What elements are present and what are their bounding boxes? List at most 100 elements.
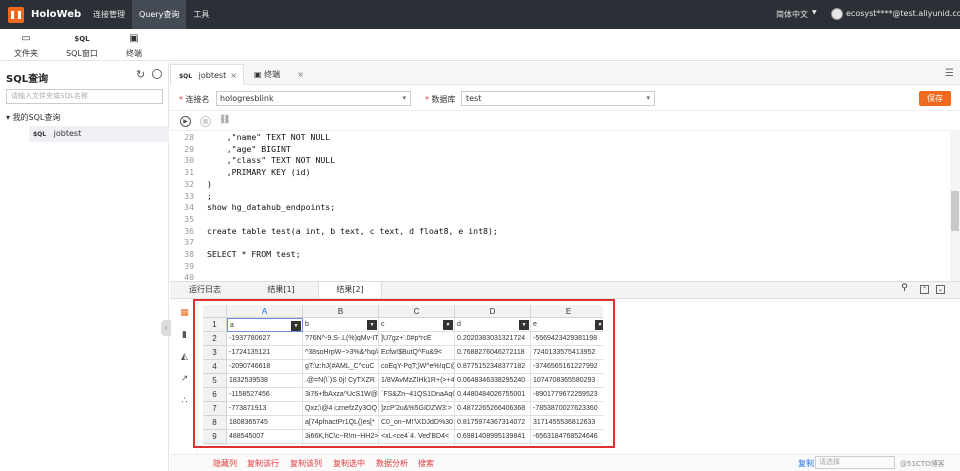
refresh-icon[interactable]: ↻ (136, 68, 145, 81)
save-button[interactable]: 保存 (919, 91, 951, 106)
table-cell[interactable]: ]zcP'2u&%5GIDZW3:> (379, 402, 455, 416)
tab-terminal[interactable]: ▣ 终端 × (246, 64, 310, 85)
table-cell[interactable]: coEqY-PqT;)W^e%!qC@ (379, 360, 455, 374)
table-cell[interactable]: Qxz;\@4 i;znefzZy3OQ (303, 402, 379, 416)
table-cell[interactable]: goSR;0.1598931975057095 (455, 444, 531, 445)
filter-dropdown-icon[interactable]: ▼ (443, 320, 453, 330)
tab-result-2[interactable]: 结果[2] (318, 282, 382, 298)
tab-jobtest[interactable]: $QL jobtest × (170, 64, 244, 85)
table-cell[interactable]: -1724135121 (227, 346, 303, 360)
column-name-cell[interactable]: e ▼ (531, 318, 603, 332)
scrollbar-thumb[interactable] (951, 191, 959, 231)
table-cell[interactable]: ^38soHrpW~>3%&*hq/#+ (303, 346, 379, 360)
column-name-cell[interactable]: a ▼ (227, 318, 303, 332)
filter-dropdown-icon[interactable]: ▼ (367, 320, 377, 330)
table-cell[interactable]: <xL<ce4`4. Ved'BD4< (379, 430, 455, 444)
nav-query[interactable]: Query查询 (132, 0, 187, 29)
table-cell[interactable]: C0_on~M!'\XDJdD%30 (379, 416, 455, 430)
column-letter-header[interactable]: E (531, 305, 603, 318)
table-cell[interactable]: -6563184768524646 (531, 430, 603, 444)
tab-result-1[interactable]: 结果[1] (244, 282, 318, 298)
terminal-button[interactable]: ▣ 终端 (114, 33, 154, 59)
table-cell[interactable]: `FS&Zn~41QS1DnaAq0 (379, 388, 455, 402)
row-number[interactable]: 4 (203, 360, 227, 374)
editor-scrollbar[interactable] (950, 131, 960, 281)
table-cell[interactable]: 0.0648346338295240 (455, 374, 531, 388)
pin-icon[interactable]: ⚲ (900, 284, 909, 294)
row-number[interactable]: 6 (203, 388, 227, 402)
row-number[interactable]: 1 (203, 318, 227, 332)
table-cell[interactable]: k{{l/aSgP***& XrjC@ (303, 444, 379, 445)
user-account[interactable]: ecosyst****@test.aliyunid.com (846, 9, 960, 18)
connection-select[interactable]: hologresblink ▾ (216, 91, 411, 106)
table-cell[interactable]: -5569423429381198 (531, 332, 603, 346)
table-cell[interactable]: 488545007 (227, 430, 303, 444)
search-input[interactable]: 请输入文件夹或SQL名称 (6, 89, 163, 104)
nav-tools[interactable]: 工具 (186, 0, 216, 29)
column-name-cell[interactable]: b ▼ (303, 318, 379, 332)
menu-icon[interactable]: ☰ (945, 68, 954, 79)
row-number[interactable]: 9 (203, 430, 227, 444)
table-cell[interactable]: 3i76+fbAxza^UcS1W@ (303, 388, 379, 402)
row-number[interactable]: 10 (203, 444, 227, 445)
folder-button[interactable]: ▭ 文件夹 (6, 33, 46, 59)
column-letter-header[interactable]: B (303, 305, 379, 318)
table-view-icon[interactable]: ▦ (179, 308, 190, 318)
copy-selection-button[interactable]: 复制选中 (333, 458, 365, 469)
row-number[interactable]: 8 (203, 416, 227, 430)
table-cell[interactable]: 0.4872265266406368 (455, 402, 531, 416)
row-number[interactable]: 3 (203, 346, 227, 360)
table-cell[interactable]: 1808365745 (227, 416, 303, 430)
filter-dropdown-icon[interactable]: ▼ (595, 320, 603, 330)
database-select[interactable]: test ▾ (461, 91, 655, 106)
close-icon[interactable]: × (297, 64, 304, 85)
column-letter-header[interactable]: A (227, 305, 303, 318)
table-cell[interactable]: 7172717987709573 (531, 444, 603, 445)
row-number[interactable]: 2 (203, 332, 227, 346)
table-cell[interactable]: 1/8VAvMzZIHk1R+(>+4 (379, 374, 455, 388)
table-cell[interactable]: -3746565161227992 (531, 360, 603, 374)
tree-root-my-sql[interactable]: ▾ 我的SQL查询 (6, 112, 60, 123)
close-icon[interactable]: × (230, 65, 237, 86)
maximize-icon[interactable]: ⌃ (920, 285, 929, 294)
area-chart-icon[interactable]: ◭ (179, 352, 190, 362)
table-cell[interactable]: gT:\z:hJ(#AML_C^cuC (303, 360, 379, 374)
table-cell[interactable]: 0.7688276046272118 (455, 346, 531, 360)
table-cell[interactable]: 0.4480484026755001 (455, 388, 531, 402)
table-cell[interactable]: ]U7gz+'.0#p*rcE (379, 332, 455, 346)
filter-dropdown-icon[interactable]: ▼ (519, 320, 529, 330)
stop-icon[interactable]: ■ (200, 116, 211, 127)
grid-corner[interactable] (203, 305, 227, 318)
scatter-chart-icon[interactable]: ∴ (179, 396, 190, 406)
table-cell[interactable]: #<SHuvTeoLN2T3= (379, 444, 455, 445)
sql-window-button[interactable]: $QL SQL窗口 (62, 33, 102, 59)
tree-item-jobtest[interactable]: $QL jobtest (29, 126, 169, 142)
row-number[interactable]: 7 (203, 402, 227, 416)
table-cell[interactable]: a[74pfnactPr1QL{}es[* (303, 416, 379, 430)
table-cell[interactable]: 7240133575413952 (531, 346, 603, 360)
avatar[interactable] (831, 8, 843, 20)
language-selector[interactable]: 简体中文 (776, 9, 808, 20)
column-letter-header[interactable]: C (379, 305, 455, 318)
table-cell[interactable]: -2090746618 (227, 360, 303, 374)
copy-column-button[interactable]: 复制该列 (290, 458, 322, 469)
copy-mode-select[interactable]: 请选择 (815, 456, 895, 469)
table-cell[interactable]: 0.2020383031321724 (455, 332, 531, 346)
copy-row-button[interactable]: 复制该行 (247, 458, 279, 469)
column-name-cell[interactable]: d ▼ (455, 318, 531, 332)
table-cell[interactable]: -7853870027623360 (531, 402, 603, 416)
table-cell[interactable]: 3i66K,hC\c~R!m~HH2> (303, 430, 379, 444)
line-chart-icon[interactable]: ↗ (179, 374, 190, 384)
table-cell[interactable]: -1158527456 (227, 388, 303, 402)
bar-chart-icon[interactable]: ▮ (179, 330, 190, 340)
table-cell[interactable]: -1937780627 (227, 332, 303, 346)
hide-column-button[interactable]: 隐藏列 (213, 458, 237, 469)
locate-icon[interactable] (152, 69, 162, 79)
table-cell[interactable]: .@=N(\`)S 0j! CyTXZR (303, 374, 379, 388)
table-cell[interactable]: -607026433 (227, 444, 303, 445)
table-cell[interactable]: 0.8775152348377182 (455, 360, 531, 374)
table-cell[interactable]: Ecfw!$ButQ^Fu&9< (379, 346, 455, 360)
row-number[interactable]: 5 (203, 374, 227, 388)
table-cell[interactable]: -773871913 (227, 402, 303, 416)
table-cell[interactable]: 0.6981408995139841 (455, 430, 531, 444)
